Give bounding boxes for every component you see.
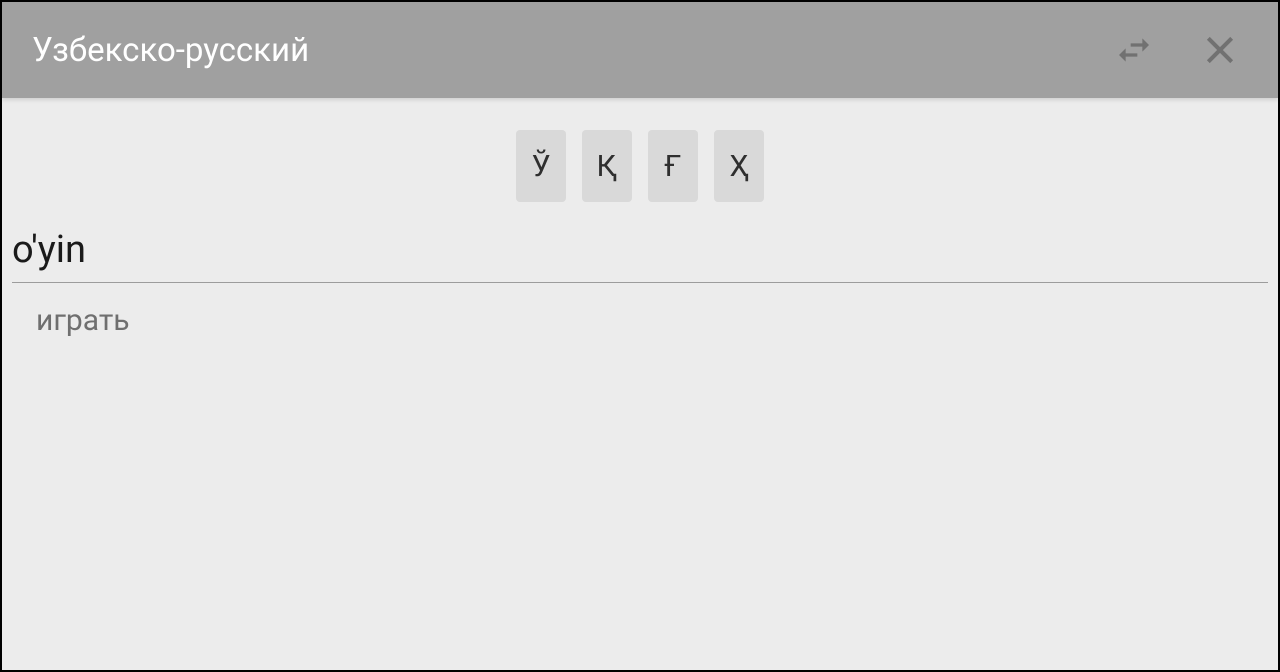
results-list: играть <box>36 303 1268 338</box>
close-icon[interactable] <box>1200 30 1240 70</box>
swap-direction-icon[interactable] <box>1114 30 1154 70</box>
char-btn-u[interactable]: Ў <box>516 130 566 202</box>
search-input-area <box>12 224 1268 283</box>
char-btn-g[interactable]: Ғ <box>648 130 698 202</box>
char-btn-h[interactable]: Ҳ <box>714 130 764 202</box>
special-char-row: Ў Қ Ғ Ҳ <box>2 130 1278 202</box>
search-input[interactable] <box>12 224 1268 283</box>
char-btn-q[interactable]: Қ <box>582 130 632 202</box>
page-title: Узбекско-русский <box>32 31 1114 70</box>
header-actions <box>1114 30 1248 70</box>
app-header: Узбекско-русский <box>2 2 1278 98</box>
result-item[interactable]: играть <box>36 303 1268 338</box>
